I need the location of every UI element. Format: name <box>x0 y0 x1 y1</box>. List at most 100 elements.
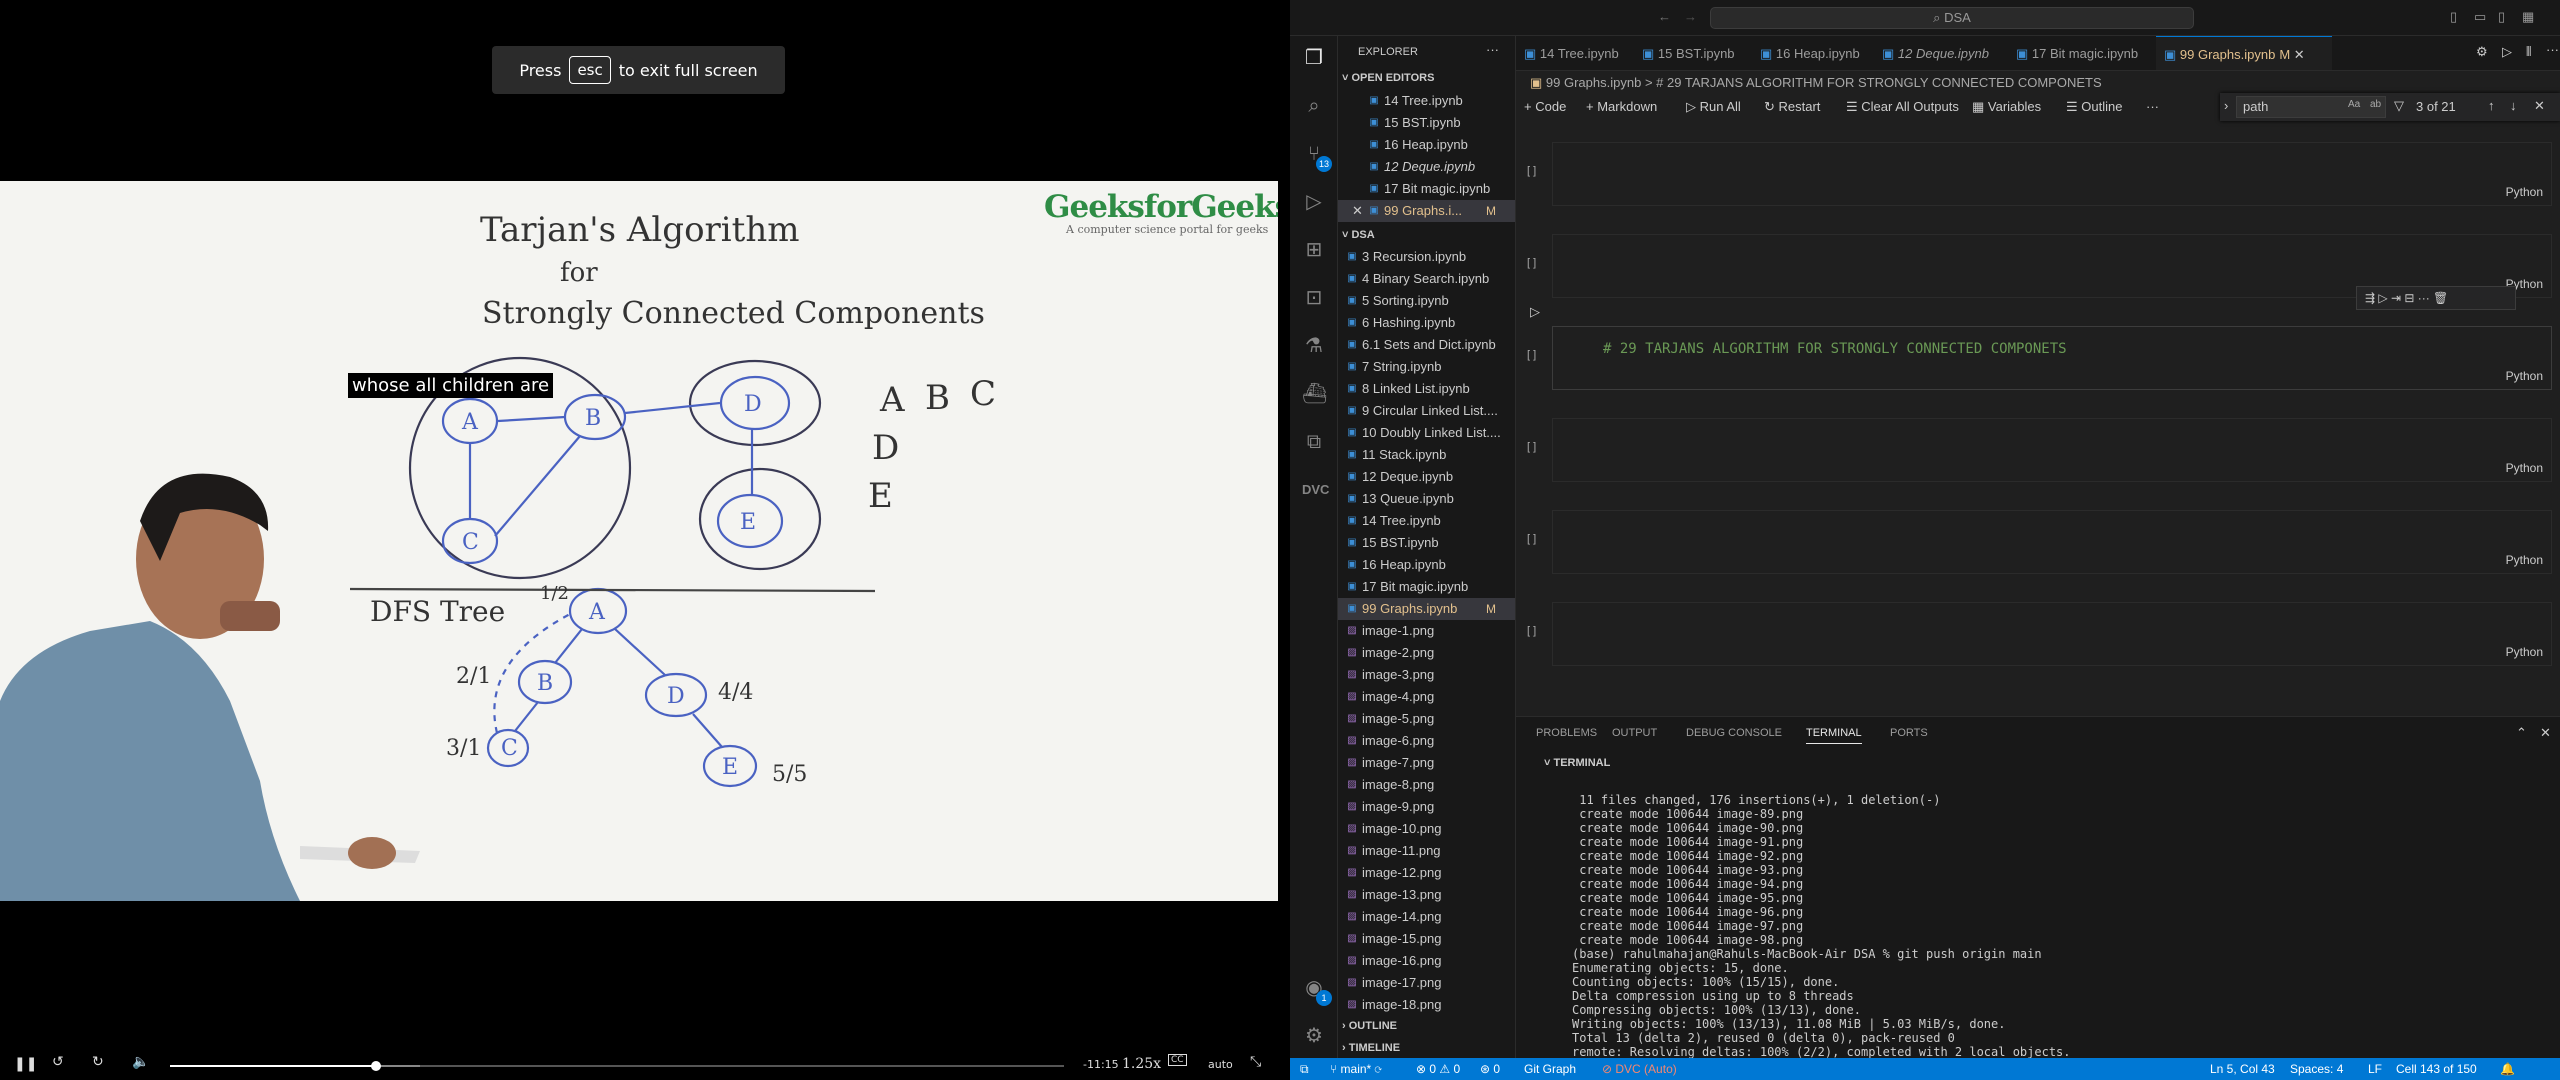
quality-button[interactable]: auto <box>1208 1058 1233 1071</box>
file-item[interactable]: ▣ 13 Queue.ipynb <box>1338 488 1515 510</box>
run-all-button[interactable]: ▷ Run All <box>1686 94 1741 120</box>
file-item[interactable]: ▨ image-12.png <box>1338 862 1515 884</box>
toggle-panel-icon[interactable]: ▭ <box>2474 9 2486 25</box>
toggle-sidebar-icon[interactable]: ▯ <box>2450 9 2457 25</box>
file-item[interactable]: ▣ 10 Doubly Linked List.... <box>1338 422 1515 444</box>
open-editor-item[interactable]: ▣ 12 Deque.ipynb <box>1338 156 1515 178</box>
file-item[interactable]: ▨ image-6.png <box>1338 730 1515 752</box>
file-item[interactable]: ▨ image-15.png <box>1338 928 1515 950</box>
file-item[interactable]: ▣ 3 Recursion.ipynb <box>1338 246 1515 268</box>
cell-position[interactable]: Cell 143 of 150 <box>2396 1058 2477 1080</box>
toggle-secondary-icon[interactable]: ▯ <box>2498 9 2505 25</box>
file-item[interactable]: ▣ 15 BST.ipynb <box>1338 532 1515 554</box>
remote-explorer-icon[interactable]: ⊡ <box>1302 286 1326 310</box>
file-item[interactable]: ▣ 14 Tree.ipynb <box>1338 510 1515 532</box>
run-notebook-icon[interactable]: ▷ <box>2502 44 2512 60</box>
timeline-header[interactable]: › TIMELINE <box>1342 1042 1400 1054</box>
close-find-icon[interactable]: ✕ <box>2534 98 2545 114</box>
breadcrumb-cell[interactable]: # 29 TARJANS ALGORITHM FOR STRONGLY CONN… <box>1656 75 2101 90</box>
cell-language[interactable]: Python <box>2506 185 2543 199</box>
pause-icon[interactable]: ❚❚ <box>14 1056 37 1072</box>
breadcrumb-file[interactable]: 99 Graphs.ipynb <box>1546 75 1641 90</box>
problems-status[interactable]: ⊗ 0 ⚠ 0 <box>1416 1058 1460 1080</box>
cell-code[interactable]: # 29 TARJANS ALGORITHM FOR STRONGLY CONN… <box>1603 341 2067 357</box>
add-markdown-button[interactable]: + Markdown <box>1586 94 1657 120</box>
indentation-status[interactable]: Spaces: 4 <box>2290 1058 2343 1080</box>
video-frame[interactable]: Tarjan's Algorithm for Strongly Connecte… <box>0 181 1278 901</box>
file-item[interactable]: ▣ 9 Circular Linked List.... <box>1338 400 1515 422</box>
terminal-output[interactable]: 11 files changed, 176 insertions(+), 1 d… <box>1572 793 2542 1059</box>
dvc-status[interactable]: ⊘ DVC (Auto) <box>1602 1058 1677 1080</box>
terminal-header[interactable]: ˅ TERMINAL <box>1544 757 1610 769</box>
open-editor-item[interactable]: ▣ 17 Bit magic.ipynb <box>1338 178 1515 200</box>
dsa-folder-header[interactable]: ˅ DSA <box>1342 229 1375 241</box>
editor-tab[interactable]: ▣ 14 Tree.ipynb <box>1516 36 1628 70</box>
file-item[interactable]: ▨ image-3.png <box>1338 664 1515 686</box>
file-item[interactable]: ▣ 7 String.ipynb <box>1338 356 1515 378</box>
notebook-cell[interactable]: [ ] # 29 TARJANS ALGORITHM FOR STRONGLY C… <box>1527 326 2552 390</box>
close-panel-icon[interactable]: ✕ <box>2540 725 2551 741</box>
tabs-more-icon[interactable]: ··· <box>2546 42 2559 57</box>
previous-match-icon[interactable]: ↑ <box>2488 98 2495 113</box>
docker-icon[interactable]: ⛴ <box>1302 382 1327 406</box>
clear-outputs-button[interactable]: ☰ Clear All Outputs <box>1846 94 1959 120</box>
extensions-icon[interactable]: ⊞ <box>1302 238 1326 262</box>
panel-tab-problems[interactable]: PROBLEMS <box>1536 727 1597 739</box>
jupyter-icon[interactable]: ⧉ <box>1302 430 1326 454</box>
eol-status[interactable]: LF <box>2368 1058 2382 1080</box>
notifications-bell-icon[interactable]: 🔔 <box>2500 1058 2515 1080</box>
speed-button[interactable]: 1.25x <box>1122 1056 1161 1072</box>
toolbar-more-button[interactable]: ··· <box>2146 94 2159 120</box>
whole-word-icon[interactable]: ab <box>2370 99 2381 110</box>
maximize-panel-icon[interactable]: ⌃ <box>2516 725 2527 741</box>
notebook-settings-icon[interactable]: ⚙ <box>2476 44 2488 60</box>
editor-tab[interactable]: ▣ 17 Bit magic.ipynb <box>2008 36 2150 70</box>
ports-status[interactable]: ⊛ 0 <box>1480 1058 1500 1080</box>
next-match-icon[interactable]: ↓ <box>2510 98 2517 113</box>
file-item[interactable]: ▨ image-14.png <box>1338 906 1515 928</box>
cursor-position[interactable]: Ln 5, Col 43 <box>2210 1058 2275 1080</box>
cell-toolbar[interactable]: ⇶ ▷ ⇥ ⊟ ··· 🗑 <box>2356 286 2516 310</box>
exit-fullscreen-icon[interactable]: ⤡ <box>1250 1054 1261 1070</box>
file-item[interactable]: ▨ image-8.png <box>1338 774 1515 796</box>
branch-status[interactable]: ⑂ main* ⟳ <box>1330 1058 1382 1080</box>
volume-icon[interactable]: 🔈 <box>132 1054 149 1070</box>
file-item[interactable]: ▣ 6 Hashing.ipynb <box>1338 312 1515 334</box>
git-graph-button[interactable]: Git Graph <box>1524 1058 1576 1080</box>
file-item[interactable]: ▣ 16 Heap.ipynb <box>1338 554 1515 576</box>
cell-language[interactable]: Python <box>2506 369 2543 383</box>
progress-knob[interactable] <box>370 1061 381 1071</box>
close-tab-icon[interactable]: ✕ <box>2290 47 2305 62</box>
testing-icon[interactable]: ⚗ <box>1302 334 1326 358</box>
file-item[interactable]: ▨ image-7.png <box>1338 752 1515 774</box>
variables-button[interactable]: ▦ Variables <box>1972 94 2041 120</box>
run-cell-icon[interactable]: ▷ <box>1530 304 1540 320</box>
captions-icon[interactable]: CC <box>1168 1054 1187 1066</box>
close-editor-icon[interactable]: ✕ <box>1352 200 1364 222</box>
forward-nav-icon[interactable]: → <box>1684 9 1697 24</box>
editor-tab[interactable]: ▣ 15 BST.ipynb <box>1634 36 1746 70</box>
notebook-cell[interactable]: [ ] Python <box>1527 142 2552 206</box>
file-item[interactable]: ▨ image-2.png <box>1338 642 1515 664</box>
file-item[interactable]: ▨ image-18.png <box>1338 994 1515 1016</box>
file-item[interactable]: ▣ 6.1 Sets and Dict.ipynb <box>1338 334 1515 356</box>
cell-language[interactable]: Python <box>2506 461 2543 475</box>
file-item[interactable]: ▨ image-1.png <box>1338 620 1515 642</box>
file-item[interactable]: ▣ 17 Bit magic.ipynb <box>1338 576 1515 598</box>
file-item[interactable]: ▨ image-10.png <box>1338 818 1515 840</box>
back-icon[interactable]: ← <box>1658 9 1671 24</box>
explorer-more-icon[interactable]: ··· <box>1486 42 1499 57</box>
notebook-cell[interactable]: [ ] Python <box>1527 418 2552 482</box>
restart-button[interactable]: ↻ Restart <box>1764 94 1820 120</box>
file-item[interactable]: ▣ 99 Graphs.ipynb M <box>1338 598 1515 620</box>
open-editor-item[interactable]: ▣ 14 Tree.ipynb <box>1338 90 1515 112</box>
match-case-icon[interactable]: Aa <box>2348 99 2360 110</box>
file-item[interactable]: ▨ image-4.png <box>1338 686 1515 708</box>
panel-tab-debug-console[interactable]: DEBUG CONSOLE <box>1686 727 1782 739</box>
file-item[interactable]: ▣ 5 Sorting.ipynb <box>1338 290 1515 312</box>
filter-icon[interactable]: ▽ <box>2394 98 2404 114</box>
breadcrumb[interactable]: ▣ 99 Graphs.ipynb > # 29 TARJANS ALGORIT… <box>1530 72 2102 94</box>
dvc-icon[interactable]: DVC <box>1302 478 1329 502</box>
toggle-replace-icon[interactable]: › <box>2224 98 2228 113</box>
file-item[interactable]: ▨ image-9.png <box>1338 796 1515 818</box>
